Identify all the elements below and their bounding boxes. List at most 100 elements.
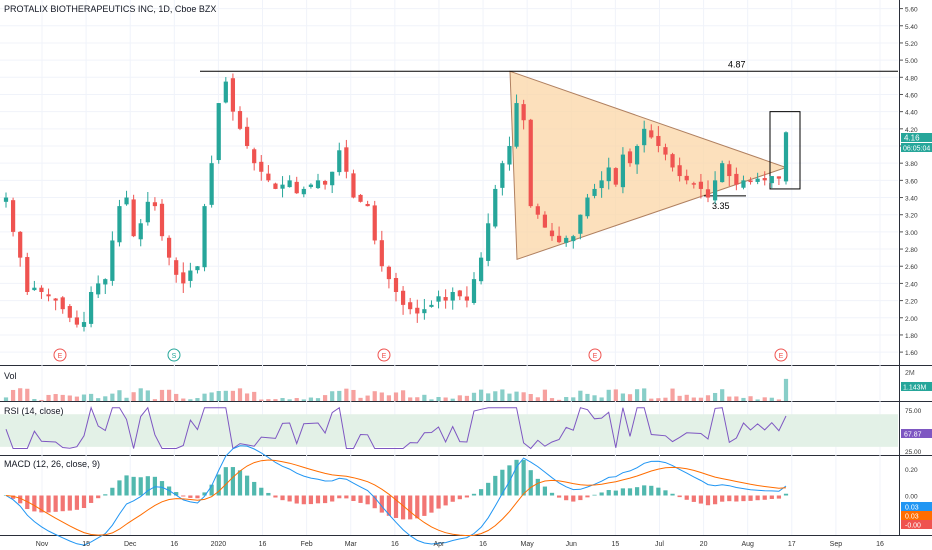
candle	[351, 169, 356, 199]
price-tick-label: 1.60	[905, 350, 918, 357]
price-tick-label: 5.20	[905, 41, 918, 48]
volume-bar	[344, 388, 349, 401]
volume-bar	[103, 396, 108, 401]
price-tick-label: 3.80	[905, 161, 918, 168]
time-tick-label: 16	[391, 541, 399, 548]
volume-bar	[500, 389, 505, 401]
macd-hist-bar	[322, 495, 328, 504]
macd-hist-bar	[528, 470, 533, 496]
macd-hist-bar	[720, 495, 725, 502]
macd-hist-bar	[96, 495, 101, 499]
candle	[372, 200, 377, 245]
macd-hist-bar	[273, 495, 278, 498]
time-tick-label: 15	[82, 541, 90, 548]
price-tick-label: 2.80	[905, 247, 918, 254]
volume-bar	[684, 394, 689, 401]
event-marker-earnings[interactable]: E	[588, 348, 602, 362]
volume-bar	[783, 378, 789, 401]
volume-bar	[422, 394, 427, 401]
event-marker-earnings[interactable]: E	[377, 348, 391, 362]
volume-bar	[634, 389, 640, 401]
time-tick-label: May	[521, 541, 535, 548]
macd-hist-bar	[450, 495, 455, 502]
signal-value-text: 0.03	[905, 514, 919, 521]
countdown-text: 06:05:04	[903, 146, 930, 153]
time-tick-label: 16	[876, 541, 884, 548]
macd-value-text: 0.03	[905, 505, 919, 512]
macd-hist-bar	[124, 475, 129, 496]
macd-hist-bar	[88, 495, 94, 503]
macd-hist-bar	[564, 495, 569, 501]
time-tick-label: 16	[259, 541, 267, 548]
volume-bar	[152, 399, 158, 401]
macd-hist-bar	[762, 495, 767, 500]
candle	[209, 155, 214, 208]
volume-bar	[96, 398, 101, 401]
volume-bar	[216, 391, 221, 401]
price-tick-label: 4.60	[905, 92, 918, 99]
macd-hist-bar	[436, 495, 441, 509]
macd-hist-bar	[351, 495, 356, 501]
volume-bar	[727, 396, 732, 401]
macd-hist-bar	[422, 495, 427, 516]
volume-bar	[606, 389, 611, 401]
volume-bar	[471, 392, 477, 401]
volume-bar	[358, 397, 363, 401]
macd-hist-bar	[301, 495, 306, 505]
macd-hist-bar	[344, 495, 349, 499]
macd-hist-bar	[606, 490, 611, 496]
macd-hist-bar	[415, 495, 420, 519]
volume-bar	[734, 396, 739, 401]
volume-bar	[705, 395, 711, 401]
volume-bar	[301, 399, 306, 401]
macd-hist-bar	[294, 495, 299, 504]
volume-bar	[585, 393, 590, 401]
stock-chart[interactable]: 4.87 3.35 ESEEE 1.601.802.002.202.402.60…	[0, 0, 932, 550]
macd-hist-bar	[755, 495, 760, 501]
event-marker-earnings[interactable]: E	[774, 348, 788, 362]
macd-hist-bar	[46, 495, 51, 513]
volume-bar	[408, 397, 413, 401]
macd-hist-bar	[620, 488, 626, 496]
price-tick-label: 2.20	[905, 299, 918, 306]
volume-bar	[209, 392, 214, 401]
macd-hist-bar	[471, 493, 477, 496]
macd-hist-bar	[252, 481, 257, 496]
volume-bar	[436, 397, 441, 401]
macd-tick-label: 0.00	[905, 494, 918, 501]
time-tick-label: Feb	[301, 541, 313, 548]
volume-bar	[720, 389, 725, 401]
resistance-label: 4.87	[728, 59, 746, 69]
volume-bar	[60, 394, 65, 401]
volume-bar	[202, 393, 207, 401]
macd-hist-bar	[634, 487, 640, 496]
macd-hist-bar	[152, 476, 158, 496]
volume-bar	[656, 398, 661, 401]
macd-hist-bar	[81, 495, 87, 509]
event-marker-split[interactable]: S	[167, 348, 181, 362]
volume-bar	[400, 390, 406, 401]
volume-bar	[379, 392, 384, 401]
macd-hist-bar	[578, 495, 583, 501]
macd-hist-bar	[365, 495, 370, 505]
macd-hist-bar	[486, 482, 491, 496]
volume-bar	[273, 399, 278, 401]
macd-hist-bar	[408, 495, 413, 520]
volume-bar	[280, 398, 285, 401]
volume-bar	[535, 397, 540, 401]
event-marker-earnings[interactable]: E	[53, 348, 67, 362]
candle	[10, 197, 16, 237]
macd-hist-bar	[457, 495, 462, 500]
rsi-tick-label: 75.00	[905, 408, 922, 415]
volume-bar	[287, 399, 292, 401]
volume-bar	[266, 399, 271, 401]
candle	[528, 118, 533, 208]
macd-hist-bar	[138, 477, 143, 496]
volume-bar	[25, 388, 30, 401]
macd-hist-bar	[53, 495, 58, 512]
time-tick-label: Nov	[36, 541, 49, 548]
candle	[25, 252, 30, 295]
macd-hist-bar	[748, 495, 753, 501]
macd-tick-label: 0.20	[905, 467, 918, 474]
last-price-text: 4.16	[904, 134, 920, 143]
